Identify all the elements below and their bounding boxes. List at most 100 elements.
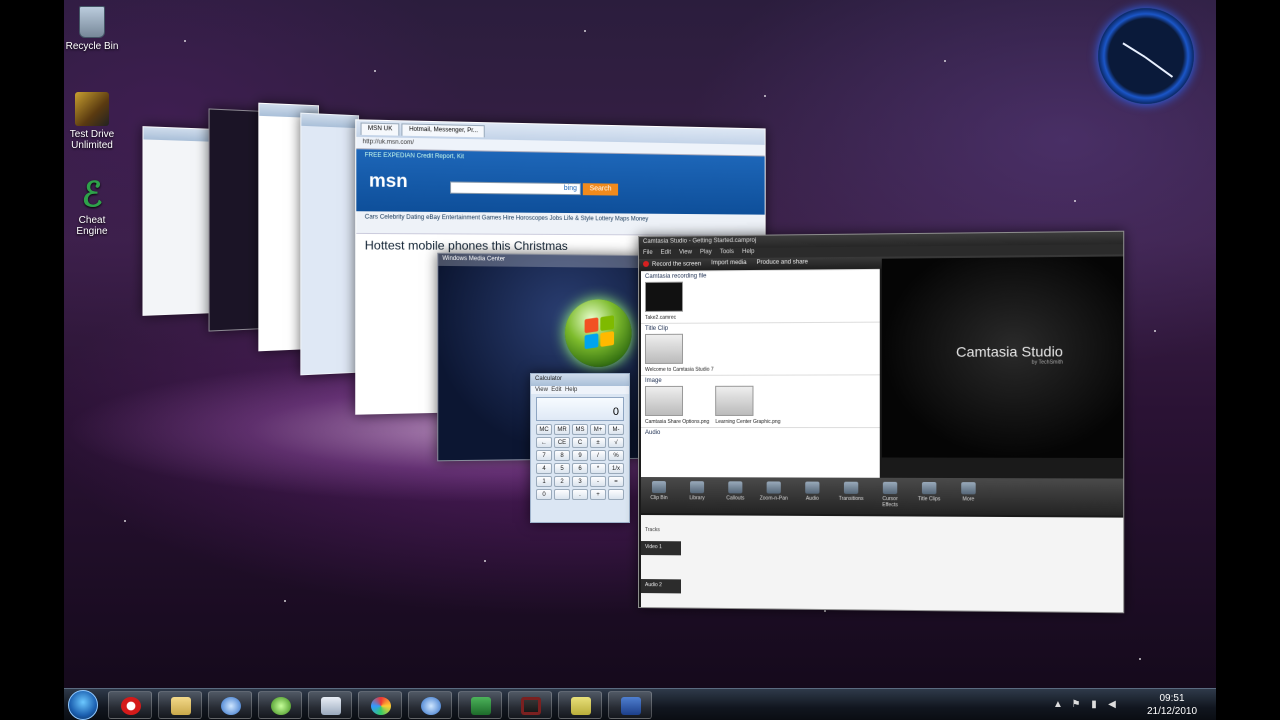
calc-menu-help[interactable]: Help bbox=[565, 387, 577, 393]
taskbar-camtasia-button[interactable] bbox=[508, 691, 552, 719]
network-icon[interactable]: ▮ bbox=[1088, 699, 1100, 711]
calculator-key[interactable]: C bbox=[572, 437, 588, 448]
ie-tab-hotmail[interactable]: Hotmail, Messenger, Pr... bbox=[401, 123, 486, 138]
calculator-key[interactable]: 1/x bbox=[608, 463, 624, 474]
taskbar-notes-button[interactable] bbox=[558, 691, 602, 719]
camtasia-task-tab[interactable]: Audio bbox=[798, 481, 827, 510]
import-media-button[interactable]: Import media bbox=[711, 260, 746, 268]
taskbar-word-button[interactable] bbox=[608, 691, 652, 719]
clock-gadget[interactable] bbox=[1098, 8, 1194, 104]
calculator-key[interactable] bbox=[554, 489, 570, 500]
camtasia-task-tab[interactable]: Library bbox=[683, 481, 711, 509]
cam-menu-play[interactable]: Play bbox=[700, 249, 712, 257]
calculator-key[interactable]: % bbox=[608, 450, 624, 461]
excel-icon bbox=[471, 697, 491, 715]
taskbar-itunes-button[interactable] bbox=[208, 691, 252, 719]
calculator-key[interactable]: 2 bbox=[554, 476, 570, 487]
clip-thumbnail[interactable] bbox=[644, 281, 684, 312]
opera-icon bbox=[121, 697, 141, 715]
clock-minute-hand bbox=[1144, 56, 1174, 78]
taskbar-clock[interactable]: 09:51 21/12/2010 bbox=[1142, 692, 1202, 718]
produce-share-button[interactable]: Produce and share bbox=[757, 259, 808, 268]
task-tab-label: Callouts bbox=[726, 495, 745, 502]
calculator-key[interactable]: ← bbox=[536, 437, 552, 448]
calculator-key[interactable]: 1 bbox=[536, 476, 552, 487]
calculator-key[interactable]: MS bbox=[572, 424, 588, 435]
calculator-key[interactable]: + bbox=[590, 489, 606, 500]
track-audio-2[interactable]: Audio 2 bbox=[640, 579, 682, 594]
ie-tab-msn[interactable]: MSN UK bbox=[360, 122, 400, 136]
camtasia-icon bbox=[521, 697, 541, 715]
camtasia-task-tab[interactable]: Cursor Effects bbox=[876, 481, 905, 511]
volume-icon[interactable]: ◀ bbox=[1106, 699, 1118, 711]
camtasia-task-tab[interactable]: Title Clips bbox=[915, 481, 944, 511]
calculator-key[interactable]: 6 bbox=[572, 463, 588, 474]
calculator-key[interactable]: M- bbox=[608, 424, 624, 435]
calculator-key[interactable]: 0 bbox=[536, 489, 552, 500]
word-window[interactable] bbox=[300, 112, 360, 376]
test-drive-label: Test Drive Unlimited bbox=[69, 129, 115, 151]
flag-icon[interactable]: ⚑ bbox=[1070, 699, 1082, 711]
calc-menu-view[interactable]: View bbox=[535, 387, 548, 393]
screen: Recycle Bin Test Drive Unlimited ℰ Cheat… bbox=[0, 0, 1280, 720]
cam-menu-edit[interactable]: Edit bbox=[661, 250, 671, 258]
camtasia-task-tab[interactable]: More bbox=[954, 482, 983, 511]
record-screen-button[interactable]: Record the screen bbox=[643, 260, 701, 269]
camtasia-timeline[interactable]: Tracks Video 1 Audio 2 bbox=[640, 515, 1124, 613]
calculator-key[interactable]: / bbox=[590, 450, 606, 461]
taskbar-paint-button[interactable] bbox=[358, 691, 402, 719]
calculator-key[interactable]: √ bbox=[608, 437, 624, 448]
camtasia-task-tab[interactable]: Transitions bbox=[837, 481, 866, 510]
calculator-key[interactable]: 9 bbox=[572, 450, 588, 461]
clip-section-title: Title Clip bbox=[644, 325, 669, 332]
camtasia-window[interactable]: Camtasia Studio - Getting Started.campro… bbox=[638, 230, 1125, 614]
track-video-1[interactable]: Video 1 bbox=[640, 541, 682, 556]
cam-menu-file[interactable]: File bbox=[643, 250, 653, 258]
calculator-key[interactable]: - bbox=[590, 476, 606, 487]
calculator-key[interactable]: ± bbox=[590, 437, 606, 448]
calculator-key[interactable]: MC bbox=[536, 424, 552, 435]
clip-caption: Welcome to Camtasia Studio 7 bbox=[644, 366, 714, 373]
msn-search-button[interactable]: Search bbox=[582, 183, 619, 196]
cam-menu-tools[interactable]: Tools bbox=[720, 249, 734, 257]
cheat-engine-icon[interactable]: ℰ Cheat Engine bbox=[64, 178, 120, 237]
camtasia-task-tab[interactable]: Clip Bin bbox=[645, 481, 673, 509]
clip-thumbnail[interactable] bbox=[644, 385, 684, 416]
calc-menu-edit[interactable]: Edit bbox=[551, 387, 561, 393]
calculator-key[interactable]: 3 bbox=[572, 476, 588, 487]
clip-section-title-clip: Title Clip Welcome to Camtasia Studio 7 bbox=[640, 321, 880, 375]
calculator-key[interactable] bbox=[608, 489, 624, 500]
cam-menu-view[interactable]: View bbox=[679, 249, 692, 257]
calculator-window[interactable]: Calculator View Edit Help 0 MC MR MS M+ M- ← C… bbox=[530, 373, 630, 523]
show-hidden-icons-icon[interactable]: ▲ bbox=[1052, 699, 1064, 711]
camtasia-task-tab[interactable]: Zoom-n-Pan bbox=[760, 481, 788, 509]
calculator-key[interactable]: = bbox=[608, 476, 624, 487]
calculator-key[interactable]: 7 bbox=[536, 450, 552, 461]
camtasia-preview[interactable]: Camtasia Studio by TechSmith bbox=[881, 256, 1124, 458]
taskbar-explorer-button[interactable] bbox=[158, 691, 202, 719]
cam-menu-help[interactable]: Help bbox=[742, 249, 754, 257]
clip-section-audio: Audio bbox=[640, 427, 880, 439]
recycle-bin-icon[interactable]: Recycle Bin bbox=[64, 6, 120, 52]
clip-thumbnail[interactable] bbox=[715, 385, 754, 416]
taskbar-excel-button[interactable] bbox=[458, 691, 502, 719]
calculator-key[interactable]: MR bbox=[554, 424, 570, 435]
taskbar-itunes2-button[interactable] bbox=[408, 691, 452, 719]
calculator-key[interactable]: CE bbox=[554, 437, 570, 448]
calculator-key[interactable]: M+ bbox=[590, 424, 606, 435]
taskbar-wmc-button[interactable] bbox=[258, 691, 302, 719]
calculator-key[interactable]: * bbox=[590, 463, 606, 474]
taskbar-calculator-button[interactable] bbox=[308, 691, 352, 719]
calculator-key[interactable]: 8 bbox=[554, 450, 570, 461]
msn-search-input[interactable]: bing bbox=[450, 181, 581, 196]
calculator-key[interactable]: . bbox=[572, 489, 588, 500]
taskbar-opera-button[interactable] bbox=[108, 691, 152, 719]
calculator-key[interactable]: 5 bbox=[554, 463, 570, 474]
calculator-key[interactable]: 4 bbox=[536, 463, 552, 474]
clip-thumbnail[interactable] bbox=[644, 333, 684, 364]
start-button[interactable] bbox=[68, 690, 98, 720]
clip-section-image: Image Camtasia Share Options.png Learnin… bbox=[640, 374, 880, 428]
camtasia-task-tab[interactable]: Callouts bbox=[721, 481, 749, 509]
test-drive-unlimited-icon[interactable]: Test Drive Unlimited bbox=[64, 92, 120, 151]
msn-nav[interactable]: Cars Celebrity Dating eBay Entertainment… bbox=[356, 211, 765, 236]
